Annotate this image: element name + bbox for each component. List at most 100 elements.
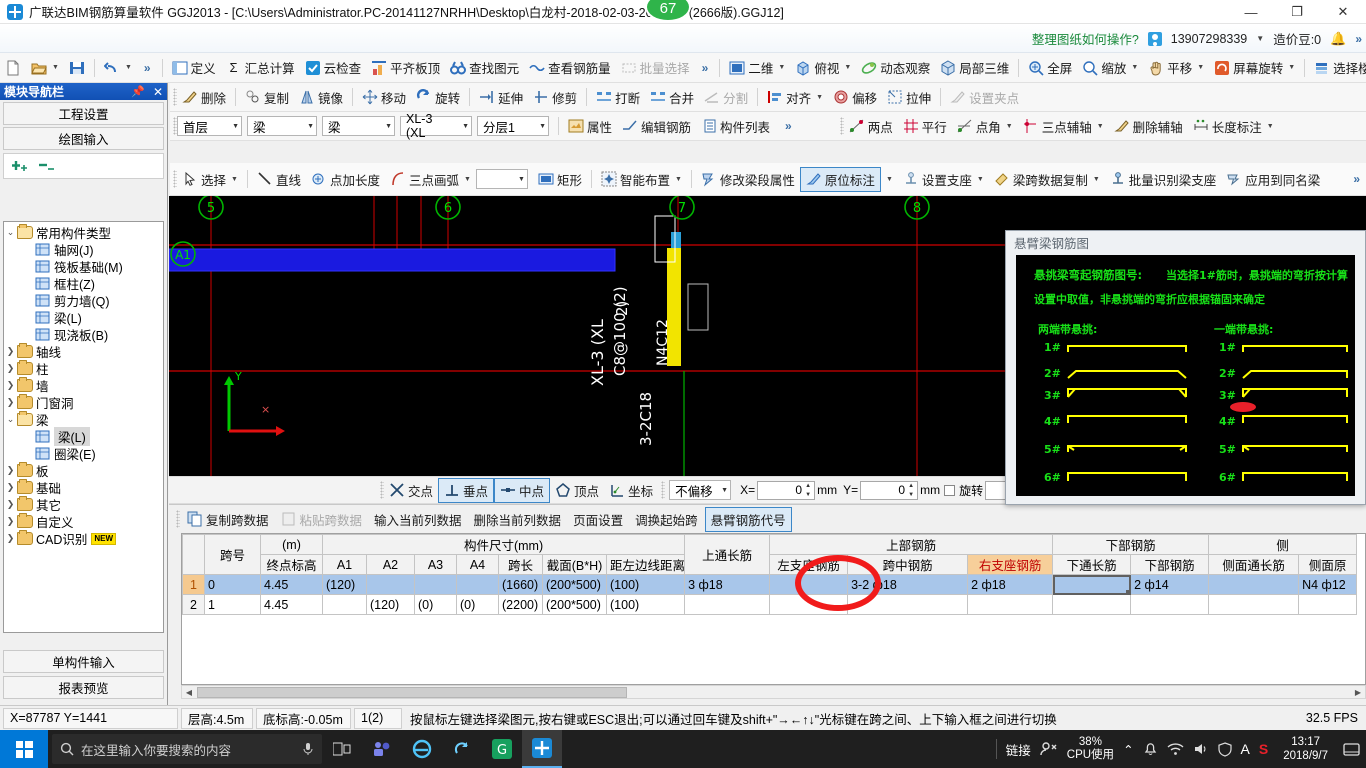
chevron-down-icon[interactable]: ▼ — [52, 64, 59, 71]
toolbar-overflow-left[interactable]: » — [144, 61, 151, 75]
merge-button[interactable]: 合并 — [645, 86, 699, 109]
new-file-button[interactable] — [0, 58, 26, 78]
line-tool-button[interactable]: 直线 — [252, 168, 306, 191]
action-center-icon[interactable] — [1343, 742, 1360, 757]
point-length-button[interactable]: 点加长度 — [306, 168, 385, 191]
cell-r0-c10[interactable] — [769, 574, 849, 595]
chevron-right-icon[interactable]: ❯ — [4, 465, 17, 476]
bell-icon[interactable] — [1143, 741, 1158, 757]
rotate-button[interactable]: 旋转 — [411, 86, 465, 109]
floor-combo[interactable]: 首层 ▼ — [177, 116, 242, 136]
tree-item-18[interactable]: ❯ CAD识别 NEW — [4, 530, 163, 547]
chevron-down-icon[interactable]: ▼ — [1267, 123, 1274, 130]
taskbar-search-box[interactable]: 在这里输入你要搜索的内容 — [52, 734, 322, 764]
cell-r1-c11[interactable] — [847, 594, 969, 615]
tree-item-3[interactable]: 框柱(Z) — [4, 275, 163, 292]
sidebar-button-single-component-input[interactable]: 单构件输入 — [3, 650, 164, 673]
snap-intersection-button[interactable]: 交点 — [384, 479, 438, 502]
tree-item-8[interactable]: ❯ 柱 — [4, 360, 163, 377]
define-button[interactable]: 定义 — [167, 56, 221, 79]
dynamic-orbit-button[interactable]: 动态观察 — [856, 56, 935, 79]
three-point-arc-button[interactable]: 三点画弧 ▼ — [385, 168, 476, 191]
cell-r1-c10[interactable] — [769, 594, 849, 615]
chevron-down-icon[interactable]: ▼ — [125, 64, 132, 71]
minimize-button[interactable]: — — [1228, 0, 1274, 24]
delete-button[interactable]: 删除 — [177, 86, 231, 109]
snap-coordinate-button[interactable]: 坐标 — [604, 479, 658, 502]
th-bottom-rebar[interactable]: 下部钢筋 — [1130, 554, 1210, 575]
cell-r1-c14[interactable] — [1130, 594, 1210, 615]
cell-r1-c15[interactable] — [1208, 594, 1300, 615]
edit-rebar-button[interactable]: 编辑钢筋 — [617, 115, 696, 138]
select-tool-button[interactable]: 选择 ▼ — [177, 168, 243, 191]
copy-span-data-tool[interactable]: 复制跨数据 — [182, 508, 274, 531]
network-label[interactable]: 链接 — [1006, 740, 1031, 759]
chevron-down-icon[interactable]: ▼ — [778, 64, 785, 71]
cell-r0-c2[interactable]: (120) — [322, 574, 367, 595]
chevron-right-icon[interactable]: ❯ — [4, 516, 17, 527]
tree-item-6[interactable]: 现浇板(B) — [4, 326, 163, 343]
set-support-button[interactable]: 设置支座 ▼ — [898, 168, 989, 191]
snap-vertex-button[interactable]: 顶点 — [550, 479, 604, 502]
fullscreen-button[interactable]: 全屏 — [1023, 56, 1077, 79]
cell-r0-c1[interactable]: 4.45 — [260, 574, 323, 595]
align-slab-top-button[interactable]: 平齐板顶 — [366, 56, 445, 79]
layer-combo[interactable]: 分层1 ▼ — [477, 116, 549, 136]
chevron-down-icon[interactable]: ▼ — [531, 123, 546, 130]
chevron-down-icon[interactable]: ▼ — [977, 176, 984, 183]
scroll-left-icon[interactable]: ◀ — [182, 688, 196, 697]
select-floor-button[interactable]: 选择楼层 — [1309, 56, 1366, 79]
chevron-right-icon[interactable]: ❯ — [4, 397, 17, 408]
cell-r0-c3[interactable] — [366, 574, 415, 595]
delete-axis-button[interactable]: 删除辅轴 — [1109, 115, 1188, 138]
save-button[interactable] — [64, 58, 90, 78]
cell-r0-c14[interactable]: 2 ф14 — [1130, 574, 1210, 595]
set-grip-button[interactable]: 设置夹点 — [945, 86, 1024, 109]
close-button[interactable]: ✕ — [1320, 0, 1366, 24]
properties-button[interactable]: 属性 — [563, 115, 617, 138]
copy-button[interactable]: 复制 — [240, 86, 294, 109]
add-icon[interactable] — [12, 159, 29, 174]
page-setup-tool[interactable]: 页面设置 — [568, 508, 628, 531]
category-combo[interactable]: 梁 ▼ — [247, 116, 317, 136]
chevron-down-icon[interactable]: ▼ — [713, 487, 728, 494]
y-offset-input[interactable]: 0 ▲ ▼ — [860, 480, 919, 500]
shield-icon[interactable] — [1217, 741, 1232, 757]
break-button[interactable]: 打断 — [591, 86, 645, 109]
rotate-checkbox[interactable] — [944, 484, 956, 496]
chevron-right-icon[interactable]: ❯ — [4, 363, 17, 374]
draw-empty-combo[interactable]: ▼ — [475, 169, 528, 189]
cell-r1-c2[interactable] — [322, 594, 367, 615]
sync-icon[interactable] — [442, 730, 482, 768]
mirror-button[interactable]: 镜像 — [294, 86, 348, 109]
x-offset-input[interactable]: 0 ▲ ▼ — [757, 480, 816, 500]
user-id-label[interactable]: 13907298339 — [1171, 32, 1247, 46]
cell-r1-c7[interactable]: (200*500) — [542, 594, 607, 615]
chevron-down-icon[interactable]: ▼ — [224, 123, 239, 130]
tree-item-12[interactable]: 梁(L) — [4, 427, 163, 446]
local-3d-button[interactable]: 局部三维 — [935, 56, 1014, 79]
th-side-through-rebar[interactable]: 侧面通长筋 — [1208, 554, 1300, 575]
chevron-down-icon[interactable]: ▼ — [464, 176, 471, 183]
pin-icon[interactable]: 📌 — [131, 85, 145, 98]
chevron-down-icon[interactable]: ▼ — [1288, 64, 1295, 71]
chevron-right-icon[interactable]: ❯ — [4, 482, 17, 493]
remove-icon[interactable] — [39, 159, 56, 174]
th-dist-left-edge[interactable]: 距左边线距离 — [605, 554, 686, 575]
tree-item-1[interactable]: 轴网(J) — [4, 241, 163, 258]
cell-r0-c13[interactable] — [1052, 574, 1132, 595]
cell-r1-c12[interactable] — [967, 594, 1054, 615]
chevron-down-icon[interactable]: ▼ — [886, 176, 893, 183]
start-button[interactable] — [0, 730, 48, 768]
chevron-down-icon[interactable]: ▼ — [1093, 176, 1100, 183]
tree-item-9[interactable]: ❯ 墙 — [4, 377, 163, 394]
screen-rotate-button[interactable]: 屏幕旋转 ▼ — [1209, 56, 1300, 79]
component-list-button[interactable]: 构件列表 — [696, 115, 775, 138]
pan-button[interactable]: 平移 ▼ — [1143, 56, 1209, 79]
task-view-icon[interactable] — [322, 730, 362, 768]
top-view-button[interactable]: 俯视 ▼ — [790, 56, 856, 79]
th-a3[interactable]: A3 — [414, 554, 457, 575]
chevron-right-icon[interactable]: ❯ — [4, 346, 17, 357]
three-point-axis-button[interactable]: 三点辅轴 ▼ — [1018, 115, 1109, 138]
tree-item-17[interactable]: ❯ 自定义 — [4, 513, 163, 530]
